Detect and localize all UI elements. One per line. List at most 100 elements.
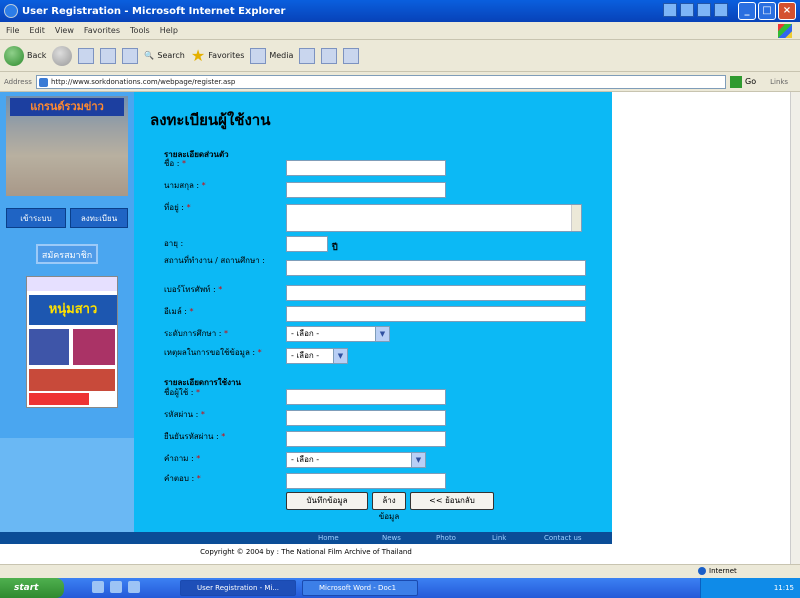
close-button[interactable]: × xyxy=(778,2,796,20)
save-button[interactable]: บันทึกข้อมูล xyxy=(286,492,368,510)
menu-favorites[interactable]: Favorites xyxy=(84,26,120,35)
windows-taskbar: start User Registration - Mi... Microsof… xyxy=(0,578,800,598)
copyright-text: Copyright © 2004 by : The National Film … xyxy=(200,548,412,556)
sidebar-lower-panel xyxy=(0,438,134,532)
app-icon[interactable] xyxy=(697,3,711,17)
globe-icon xyxy=(698,567,706,575)
menu-help[interactable]: Help xyxy=(160,26,178,35)
task-word-window[interactable]: Microsoft Word - Doc1 xyxy=(302,580,418,596)
phone-field[interactable] xyxy=(286,285,586,301)
title-tray-icons xyxy=(663,3,728,17)
status-bar: Internet xyxy=(0,564,800,578)
chevron-down-icon: ▼ xyxy=(375,327,389,341)
menu-tools[interactable]: Tools xyxy=(130,26,150,35)
chevron-down-icon: ▼ xyxy=(333,349,347,363)
username-field[interactable] xyxy=(286,389,446,405)
security-zone: Internet xyxy=(698,567,737,575)
menu-file[interactable]: File xyxy=(6,26,19,35)
links-button[interactable]: Links xyxy=(770,78,788,86)
workplace-field[interactable] xyxy=(286,260,586,276)
forward-button[interactable] xyxy=(52,45,73,66)
question-select[interactable]: - เลือก - ▼ xyxy=(286,452,426,468)
app-icon[interactable] xyxy=(663,3,677,17)
forward-arrow-icon xyxy=(52,45,73,66)
left-sidebar: แกรนด์รวมข่าว เข้าระบบ ลงทะเบียน สมัครสม… xyxy=(0,92,134,532)
site-logo[interactable]: แกรนด์รวมข่าว xyxy=(6,96,128,196)
footer-link-photo[interactable]: Photo xyxy=(436,533,456,543)
start-button[interactable]: start xyxy=(0,578,64,598)
outlook-icon[interactable] xyxy=(110,581,122,593)
workplace-label: สถานที่ทำงาน / สถานศึกษา : xyxy=(164,256,265,265)
register-nav-button[interactable]: ลงทะเบียน xyxy=(70,208,128,228)
textarea-scrollbar[interactable] xyxy=(571,205,581,231)
history-icon[interactable] xyxy=(299,47,316,64)
window-title-bar: User Registration - Microsoft Internet E… xyxy=(0,0,800,22)
username-label: ชื่อผู้ใช้ : * xyxy=(164,388,201,397)
desktop-icon[interactable] xyxy=(128,581,140,593)
phone-label: เบอร์โทรศัพท์ : * xyxy=(164,285,223,294)
reason-label: เหตุผลในการขอใช้ข้อมูล : * xyxy=(164,348,262,357)
address-input[interactable]: http://www.sorkdonations.com/webpage/reg… xyxy=(36,74,726,89)
footer-link-news[interactable]: News xyxy=(382,533,401,543)
home-icon[interactable] xyxy=(122,47,139,64)
answer-field[interactable] xyxy=(286,473,446,489)
back-link-button[interactable]: << ย้อนกลับ xyxy=(410,492,494,510)
site-logo-text: แกรนด์รวมข่าว xyxy=(10,98,124,116)
last-name-label: นามสกุล : * xyxy=(164,181,206,190)
menu-bar: File Edit View Favorites Tools Help xyxy=(0,22,800,40)
last-name-field[interactable] xyxy=(286,182,446,198)
app-icon[interactable] xyxy=(714,3,728,17)
go-button[interactable]: Go xyxy=(745,77,756,86)
favorites-button[interactable]: ★ Favorites xyxy=(191,46,244,65)
address-textarea[interactable] xyxy=(286,204,582,232)
star-icon: ★ xyxy=(190,46,206,65)
go-arrow-icon[interactable] xyxy=(730,75,742,88)
window-title: User Registration - Microsoft Internet E… xyxy=(22,5,286,17)
password-field[interactable] xyxy=(286,410,446,426)
app-icon[interactable] xyxy=(680,3,694,17)
quick-launch xyxy=(92,581,140,593)
task-ie-window[interactable]: User Registration - Mi... xyxy=(180,580,296,596)
footer-link-link[interactable]: Link xyxy=(492,533,506,543)
footer-link-contact[interactable]: Contact us xyxy=(544,533,582,543)
question-label: คำถาม : * xyxy=(164,454,201,463)
ie-icon xyxy=(4,4,18,18)
minimize-button[interactable]: _ xyxy=(738,2,756,20)
back-button[interactable]: Back xyxy=(4,45,46,66)
media-button[interactable]: Media xyxy=(250,47,293,64)
menu-view[interactable]: View xyxy=(55,26,74,35)
system-tray: 11:15 xyxy=(700,578,800,598)
clock[interactable]: 11:15 xyxy=(774,578,794,598)
page-scrollbar[interactable] xyxy=(790,92,800,564)
page-viewport: แกรนด์รวมข่าว เข้าระบบ ลงทะเบียน สมัครสม… xyxy=(0,92,790,564)
magazine-title: หนุ่มสาว xyxy=(29,295,117,325)
education-select[interactable]: - เลือก - ▼ xyxy=(286,326,390,342)
answer-label: คำตอบ : * xyxy=(164,474,201,483)
mail-icon[interactable] xyxy=(321,47,338,64)
confirm-password-field[interactable] xyxy=(286,431,446,447)
print-icon[interactable] xyxy=(343,47,360,64)
age-field[interactable] xyxy=(286,236,328,252)
media-icon xyxy=(250,47,267,64)
footer-link-home[interactable]: Home xyxy=(318,533,339,543)
signup-button[interactable]: สมัครสมาชิก xyxy=(36,244,98,264)
first-name-field[interactable] xyxy=(286,160,446,176)
ie-icon[interactable] xyxy=(92,581,104,593)
browser-toolbar: Back 🔍 Search ★ Favorites Media xyxy=(0,40,800,72)
email-label: อีเมล์ : * xyxy=(164,307,194,316)
maximize-button[interactable]: □ xyxy=(758,2,776,20)
login-nav-button[interactable]: เข้าระบบ xyxy=(6,208,66,228)
clear-button[interactable]: ล้างข้อมูล xyxy=(372,492,406,521)
windows-logo-icon xyxy=(778,23,792,38)
footer-nav: Home News Photo Link Contact us xyxy=(0,532,612,544)
search-button[interactable]: 🔍 Search xyxy=(144,51,184,60)
magazine-cover-image[interactable]: หนุ่มสาว xyxy=(26,276,118,408)
age-label: อายุ : xyxy=(164,239,184,248)
password-label: รหัสผ่าน : * xyxy=(164,410,205,419)
menu-edit[interactable]: Edit xyxy=(29,26,45,35)
reason-select[interactable]: - เลือก - ▼ xyxy=(286,348,348,364)
search-icon: 🔍 xyxy=(144,51,155,60)
refresh-icon[interactable] xyxy=(100,47,117,64)
email-field[interactable] xyxy=(286,306,586,322)
stop-icon[interactable] xyxy=(78,47,95,64)
